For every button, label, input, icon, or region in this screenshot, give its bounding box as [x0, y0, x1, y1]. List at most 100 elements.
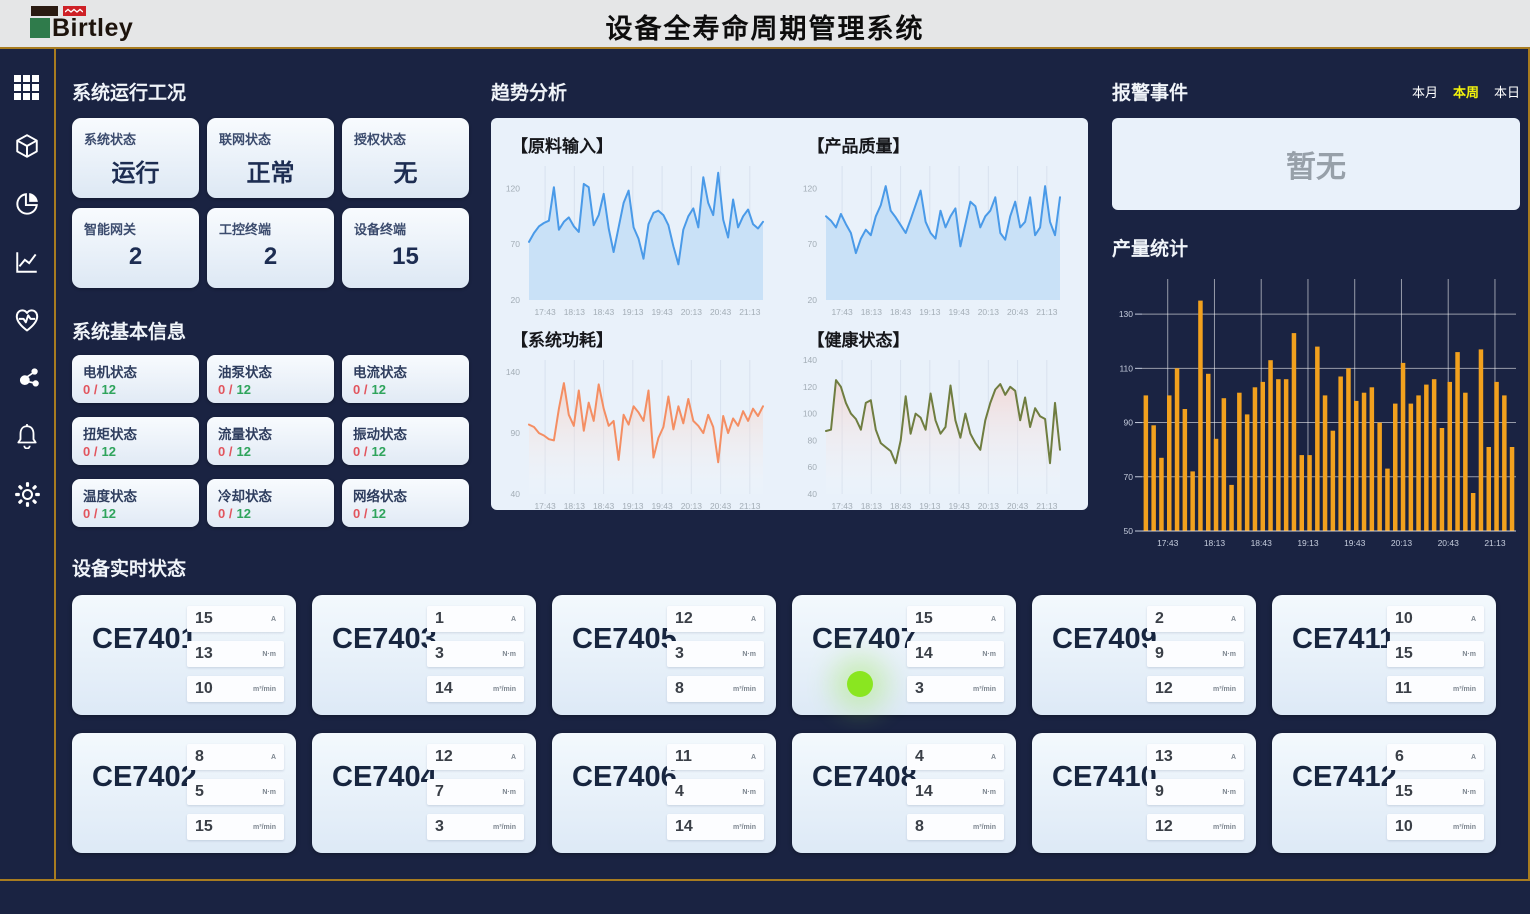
- status-card-value: 运行: [84, 153, 187, 188]
- section-device-status: 设备实时状态 CE7401 15 A 13 N·m 10 m³/min: [72, 554, 1520, 853]
- svg-text:18:13: 18:13: [564, 307, 586, 317]
- molecule-icon[interactable]: [12, 363, 42, 393]
- device-torque-unit: N·m: [1222, 789, 1236, 796]
- device-torque-pill: 13 N·m: [187, 641, 284, 667]
- device-torque-unit: N·m: [1462, 789, 1476, 796]
- device-torque-pill: 3 N·m: [427, 641, 524, 667]
- device-flow-pill: 8 m³/min: [667, 676, 764, 702]
- device-current-value: 13: [1155, 748, 1173, 766]
- device-card[interactable]: CE7409 2 A 9 N·m 12 m³/min: [1032, 595, 1256, 715]
- device-name: CE7404: [332, 761, 437, 794]
- info-card-label: 扭矩状态: [83, 423, 188, 443]
- status-card: 联网状态 正常: [207, 118, 334, 198]
- svg-text:20:13: 20:13: [977, 307, 999, 317]
- svg-text:20:43: 20:43: [710, 307, 732, 317]
- device-card[interactable]: CE7406 11 A 4 N·m 14 m³/min: [552, 733, 776, 853]
- status-card-label: 系统状态: [84, 129, 187, 148]
- svg-text:130: 130: [1119, 309, 1133, 319]
- svg-text:20:43: 20:43: [1006, 307, 1028, 317]
- device-current-pill: 1 A: [427, 606, 524, 632]
- device-values: 1 A 3 N·m 14 m³/min: [427, 606, 524, 702]
- line-chart-icon[interactable]: [12, 247, 42, 277]
- device-name: CE7402: [92, 761, 197, 794]
- info-card-label: 流量状态: [218, 423, 323, 443]
- gear-icon[interactable]: [12, 479, 42, 509]
- alarm-tab[interactable]: 本日: [1494, 82, 1520, 101]
- svg-text:19:43: 19:43: [651, 307, 673, 317]
- svg-text:20:43: 20:43: [1006, 501, 1028, 511]
- sidebar-divider: [54, 49, 56, 879]
- bell-icon[interactable]: [12, 421, 42, 451]
- svg-text:20:13: 20:13: [681, 307, 703, 317]
- svg-text:17:43: 17:43: [831, 307, 853, 317]
- dashboard-app: Birtley 设备全寿命周期管理系统 系统运行工况 系统状态 运行 联网状态 …: [0, 0, 1530, 914]
- device-card[interactable]: CE7412 6 A 15 N·m 10 m³/min: [1272, 733, 1496, 853]
- status-card: 智能网关 2: [72, 208, 199, 288]
- svg-text:20:13: 20:13: [1391, 538, 1413, 548]
- device-torque-pill: 7 N·m: [427, 779, 524, 805]
- info-card-value: 0 /12: [83, 382, 188, 397]
- device-torque-value: 9: [1155, 645, 1164, 663]
- svg-text:21:13: 21:13: [1036, 501, 1058, 511]
- device-flow-unit: m³/min: [733, 824, 756, 831]
- device-current-value: 15: [195, 610, 213, 628]
- device-torque-value: 9: [1155, 783, 1164, 801]
- info-card: 扭矩状态 0 /12: [72, 417, 199, 465]
- device-values: 13 A 9 N·m 12 m³/min: [1147, 744, 1244, 840]
- device-current-value: 12: [435, 748, 453, 766]
- device-current-value: 2: [1155, 610, 1164, 628]
- device-flow-value: 3: [435, 818, 444, 836]
- pie-chart-icon[interactable]: [12, 189, 42, 219]
- info-card: 冷却状态 0 /12: [207, 479, 334, 527]
- info-card-grid: 电机状态 0 /12 油泵状态 0 /12 电流状态 0 /12 扭矩状态 0 …: [72, 355, 482, 527]
- status-card-value: 正常: [219, 153, 322, 188]
- device-current-unit: A: [1471, 616, 1476, 623]
- device-card[interactable]: CE7407 15 A 14 N·m 3 m³/min: [792, 595, 1016, 715]
- device-values: 15 A 13 N·m 10 m³/min: [187, 606, 284, 702]
- device-torque-value: 13: [195, 645, 213, 663]
- device-torque-unit: N·m: [502, 789, 516, 796]
- device-flow-unit: m³/min: [1453, 686, 1476, 693]
- device-current-pill: 12 A: [427, 744, 524, 770]
- status-indicator-dot: [847, 671, 873, 697]
- device-name: CE7411: [1292, 623, 1395, 656]
- device-torque-unit: N·m: [982, 789, 996, 796]
- device-card[interactable]: CE7401 15 A 13 N·m 10 m³/min: [72, 595, 296, 715]
- device-card[interactable]: CE7411 10 A 15 N·m 11 m³/min: [1272, 595, 1496, 715]
- alarm-tab[interactable]: 本周: [1453, 82, 1479, 101]
- device-current-value: 11: [675, 748, 692, 766]
- device-card[interactable]: CE7410 13 A 9 N·m 12 m³/min: [1032, 733, 1256, 853]
- status-card-value: 无: [354, 153, 457, 188]
- device-card[interactable]: CE7404 12 A 7 N·m 3 m³/min: [312, 733, 536, 853]
- section-title-info: 系统基本信息: [72, 317, 482, 344]
- alarm-tab[interactable]: 本月: [1412, 82, 1438, 101]
- device-current-unit: A: [751, 754, 756, 761]
- svg-text:17:43: 17:43: [1157, 538, 1179, 548]
- section-title-production: 产量统计: [1112, 234, 1522, 261]
- device-current-unit: A: [1471, 754, 1476, 761]
- device-current-value: 8: [195, 748, 204, 766]
- cube-icon[interactable]: [12, 131, 42, 161]
- info-card: 温度状态 0 /12: [72, 479, 199, 527]
- svg-text:17:43: 17:43: [534, 307, 556, 317]
- device-values: 12 A 3 N·m 8 m³/min: [667, 606, 764, 702]
- health-pulse-icon[interactable]: [12, 305, 42, 335]
- info-card-value: 0 /12: [353, 444, 458, 459]
- apps-grid-icon[interactable]: [12, 73, 42, 103]
- status-card-label: 智能网关: [84, 219, 187, 238]
- device-card[interactable]: CE7405 12 A 3 N·m 8 m³/min: [552, 595, 776, 715]
- device-card[interactable]: CE7403 1 A 3 N·m 14 m³/min: [312, 595, 536, 715]
- device-flow-pill: 3 m³/min: [427, 814, 524, 840]
- device-card[interactable]: CE7408 4 A 14 N·m 8 m³/min: [792, 733, 1016, 853]
- device-flow-value: 12: [1155, 680, 1173, 698]
- device-card[interactable]: CE7402 8 A 5 N·m 15 m³/min: [72, 733, 296, 853]
- device-current-unit: A: [511, 616, 516, 623]
- info-card-label: 网络状态: [353, 485, 458, 505]
- device-current-value: 1: [435, 610, 444, 628]
- device-name: CE7405: [572, 623, 677, 656]
- device-flow-value: 10: [1395, 818, 1413, 836]
- status-card: 设备终端 15: [342, 208, 469, 288]
- device-flow-unit: m³/min: [973, 824, 996, 831]
- svg-text:20: 20: [807, 295, 817, 305]
- info-card: 流量状态 0 /12: [207, 417, 334, 465]
